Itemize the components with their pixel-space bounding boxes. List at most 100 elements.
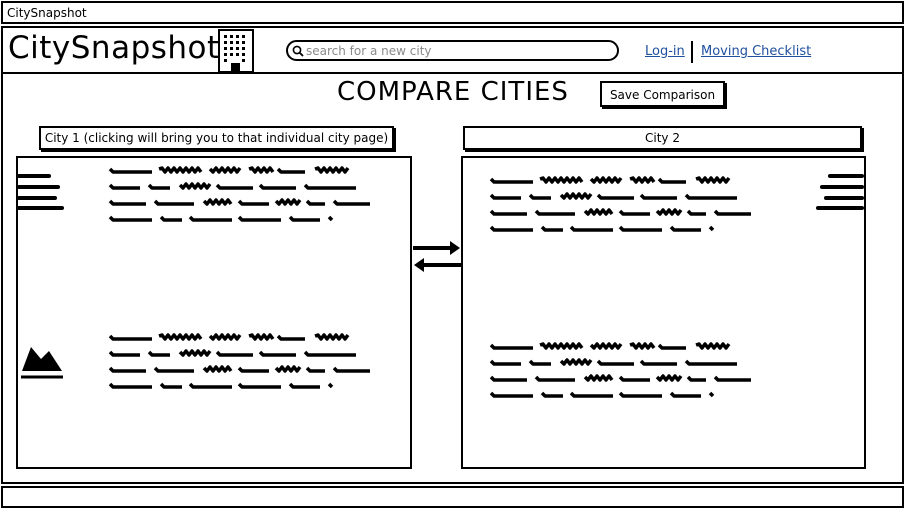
placeholder-word <box>669 391 701 398</box>
placeholder-word <box>657 343 686 350</box>
placeholder-word <box>108 334 152 341</box>
placeholder-word <box>332 199 370 206</box>
placeholder-word <box>305 366 325 373</box>
text-placeholder <box>108 333 370 389</box>
placeholder-word <box>202 365 233 373</box>
placeholder-word <box>695 176 731 184</box>
login-link[interactable]: Log-in <box>645 44 685 59</box>
placeholder-word <box>314 166 350 174</box>
placeholder-word <box>327 215 334 222</box>
placeholder-word <box>108 215 152 222</box>
save-comparison-button[interactable]: Save Comparison <box>600 81 725 107</box>
placeholder-word <box>489 225 533 232</box>
placeholder-word <box>534 209 575 216</box>
placeholder-word <box>237 366 269 373</box>
placeholder-word <box>332 366 370 373</box>
placeholder-word <box>618 391 662 398</box>
placeholder-word <box>686 375 706 382</box>
image-placeholder-icon <box>21 347 63 379</box>
placeholder-word <box>147 183 170 190</box>
placeholder-word <box>215 350 253 357</box>
header-divider <box>3 72 902 74</box>
placeholder-word <box>489 375 527 382</box>
placeholder-word <box>618 209 650 216</box>
placeholder-word <box>276 167 305 174</box>
placeholder-word <box>489 391 533 398</box>
moving-checklist-link[interactable]: Moving Checklist <box>701 44 811 59</box>
placeholder-word <box>629 176 656 184</box>
placeholder-word <box>327 382 334 389</box>
hamburger-menu-icon[interactable] <box>17 173 65 213</box>
placeholder-word <box>569 225 613 232</box>
city-search-input[interactable] <box>306 43 606 58</box>
page-title: COMPARE CITIES <box>337 77 569 107</box>
placeholder-word <box>655 208 683 216</box>
placeholder-word <box>639 359 677 366</box>
placeholder-word <box>489 193 521 200</box>
window-title: CitySnapshot <box>7 6 87 20</box>
placeholder-word <box>489 209 527 216</box>
placeholder-word <box>684 193 737 200</box>
placeholder-word <box>303 350 356 357</box>
placeholder-word <box>684 359 737 366</box>
placeholder-word <box>237 199 269 206</box>
placeholder-word <box>583 208 614 216</box>
placeholder-word <box>288 215 320 222</box>
placeholder-word <box>108 382 152 389</box>
placeholder-word <box>202 198 233 206</box>
placeholder-word <box>669 225 701 232</box>
placeholder-word <box>159 215 182 222</box>
placeholder-word <box>618 375 650 382</box>
placeholder-word <box>208 166 242 174</box>
placeholder-word <box>188 382 232 389</box>
placeholder-word <box>596 359 634 366</box>
placeholder-word <box>569 391 613 398</box>
placeholder-word <box>695 342 731 350</box>
placeholder-word <box>276 334 305 341</box>
placeholder-word <box>559 192 593 200</box>
placeholder-word <box>153 199 194 206</box>
placeholder-word <box>618 225 662 232</box>
placeholder-word <box>108 350 140 357</box>
placeholder-word <box>489 359 521 366</box>
nav-separator <box>691 41 693 63</box>
placeholder-word <box>540 391 563 398</box>
placeholder-word <box>108 366 146 373</box>
app-title[interactable]: CitySnapshot <box>8 30 220 66</box>
placeholder-word <box>534 375 575 382</box>
city-2-tab[interactable]: City 2 <box>463 126 862 150</box>
text-placeholder <box>489 342 751 398</box>
placeholder-word <box>108 167 152 174</box>
text-placeholder <box>489 176 751 232</box>
placeholder-word <box>108 199 146 206</box>
placeholder-word <box>713 375 751 382</box>
placeholder-word <box>303 183 356 190</box>
placeholder-word <box>708 225 715 232</box>
placeholder-word <box>258 183 296 190</box>
placeholder-word <box>596 193 634 200</box>
placeholder-word <box>178 182 212 190</box>
status-bar <box>1 486 904 508</box>
placeholder-word <box>208 333 242 341</box>
placeholder-word <box>639 193 677 200</box>
placeholder-word <box>528 359 551 366</box>
swap-arrows-icon[interactable] <box>412 238 462 274</box>
placeholder-word <box>153 366 194 373</box>
placeholder-word <box>686 209 706 216</box>
placeholder-word <box>559 358 593 366</box>
placeholder-word <box>248 166 275 174</box>
placeholder-word <box>237 382 281 389</box>
city-1-tab[interactable]: City 1 (clicking will bring you to that … <box>39 126 394 150</box>
placeholder-word <box>708 391 715 398</box>
placeholder-word <box>274 365 302 373</box>
placeholder-word <box>540 225 563 232</box>
placeholder-word <box>305 199 325 206</box>
placeholder-word <box>158 166 203 174</box>
placeholder-word <box>158 333 203 341</box>
hamburger-menu-icon[interactable] <box>816 173 864 213</box>
placeholder-word <box>215 183 253 190</box>
placeholder-word <box>589 342 623 350</box>
city-search-field[interactable] <box>286 40 619 61</box>
placeholder-word <box>583 374 614 382</box>
building-icon <box>218 29 254 73</box>
